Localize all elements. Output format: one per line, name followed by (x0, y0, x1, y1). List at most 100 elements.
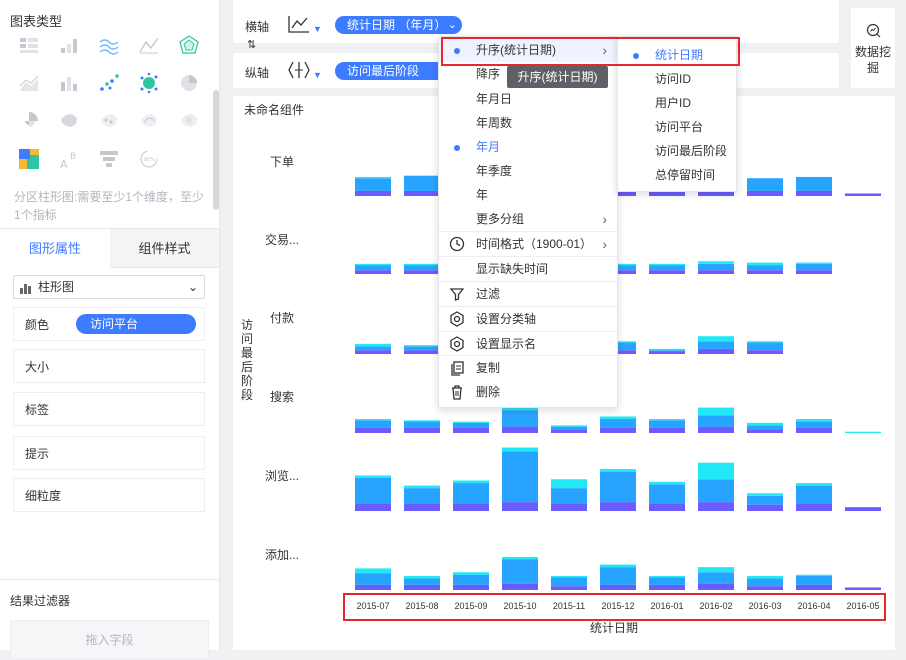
bar-segment[interactable] (551, 429, 587, 433)
bar-segment[interactable] (355, 427, 391, 433)
bar-segment[interactable] (404, 263, 440, 266)
bar-segment[interactable] (502, 451, 538, 503)
bar-segment[interactable] (404, 175, 440, 191)
bar-segment[interactable] (747, 350, 783, 354)
prop-color[interactable]: 颜色 访问平台 (13, 307, 205, 341)
menu-item[interactable]: 时间格式（1900-01） › (439, 232, 617, 256)
bar-segment[interactable] (502, 447, 538, 452)
menu-item[interactable]: 过滤 (439, 282, 617, 306)
menu-item[interactable]: 年月日 (439, 87, 617, 111)
rose-icon[interactable] (18, 110, 40, 132)
swap-axes-icon[interactable]: ⇅ (247, 38, 267, 56)
x-field-pill[interactable]: 统计日期 （年月） ⌄ (335, 16, 462, 34)
bar-segment[interactable] (747, 429, 783, 433)
bar-segment[interactable] (404, 488, 440, 504)
bar-segment[interactable] (600, 419, 636, 428)
menu-item[interactable]: 删除 (439, 380, 617, 404)
bar-segment[interactable] (551, 488, 587, 504)
bar-segment[interactable] (551, 586, 587, 590)
bar-segment[interactable] (355, 573, 391, 585)
panel-scrollbar[interactable] (213, 90, 219, 210)
menu-item[interactable]: 复制 (439, 356, 617, 380)
submenu-item[interactable]: 访问平台 (618, 115, 736, 139)
bar-segment[interactable] (747, 342, 783, 351)
pie-icon[interactable] (178, 72, 200, 94)
bar-segment[interactable] (600, 584, 636, 590)
bar-segment[interactable] (747, 190, 783, 196)
bar-segment[interactable] (649, 420, 685, 428)
bar-segment[interactable] (796, 190, 832, 196)
bar-segment[interactable] (649, 419, 685, 421)
bar-segment[interactable] (747, 578, 783, 587)
bar-segment[interactable] (747, 425, 783, 430)
bar-segment[interactable] (404, 485, 440, 489)
bar-segment[interactable] (355, 584, 391, 590)
bar-segment[interactable] (551, 426, 587, 430)
bar-segment[interactable] (698, 572, 734, 584)
bar-segment[interactable] (404, 270, 440, 274)
bar-segment[interactable] (747, 178, 783, 191)
bar-segment[interactable] (698, 270, 734, 274)
bar-segment[interactable] (649, 577, 685, 585)
bar-segment[interactable] (355, 190, 391, 196)
bar-segment[interactable] (698, 348, 734, 354)
bar-segment[interactable] (649, 265, 685, 271)
bar-segment[interactable] (404, 190, 440, 196)
split-axis-icon[interactable] (287, 60, 311, 80)
bar-segment[interactable] (404, 265, 440, 271)
bar-segment[interactable] (355, 346, 391, 351)
bar-segment[interactable] (796, 270, 832, 274)
bar-segment[interactable] (796, 176, 832, 191)
bar-segment[interactable] (600, 567, 636, 585)
bar-segment[interactable] (796, 419, 832, 422)
prop-granularity[interactable]: 细粒度 (13, 478, 205, 512)
menu-item[interactable]: 年周数 (439, 111, 617, 135)
bar-segment[interactable] (747, 493, 783, 496)
bar-segment[interactable] (845, 193, 881, 196)
bar-segment[interactable] (404, 576, 440, 579)
submenu-item[interactable]: 总停留时间 (618, 163, 736, 187)
bar-segment[interactable] (502, 502, 538, 511)
menu-item[interactable]: 更多分组 › (439, 207, 617, 231)
bar-segment[interactable] (600, 471, 636, 503)
bar-segment[interactable] (355, 503, 391, 511)
bar-segment[interactable] (355, 419, 391, 421)
bar-segment[interactable] (845, 587, 881, 590)
bar-segment[interactable] (453, 483, 489, 504)
bar-segment[interactable] (355, 178, 391, 191)
bar-segment[interactable] (698, 462, 734, 480)
prop-tooltip[interactable]: 提示 (13, 436, 205, 470)
bar-segment[interactable] (796, 262, 832, 264)
line-chart-icon[interactable] (138, 34, 160, 56)
word-cloud-icon[interactable]: AB (58, 148, 80, 171)
bar-segment[interactable] (600, 469, 636, 472)
funnel-icon[interactable] (98, 148, 120, 170)
tab-shape-properties[interactable]: 图形属性 (0, 229, 110, 268)
bar-segment[interactable] (747, 495, 783, 505)
bar-segment[interactable] (551, 425, 587, 427)
bar-segment[interactable] (796, 584, 832, 590)
stacked-bar-icon[interactable] (58, 72, 80, 94)
chart-type-select[interactable]: 柱形图 ⌄ (13, 275, 205, 299)
bar-segment[interactable] (404, 427, 440, 433)
bar-segment[interactable] (747, 504, 783, 511)
prop-size[interactable]: 大小 (13, 349, 205, 383)
bar-segment[interactable] (453, 572, 489, 575)
grouped-table-icon[interactable] (18, 34, 40, 56)
flow-map-icon[interactable] (138, 110, 160, 132)
menu-item[interactable]: 年 (439, 183, 617, 207)
bar-segment[interactable] (698, 426, 734, 433)
bar-segment[interactable] (747, 422, 783, 426)
bar-segment[interactable] (747, 586, 783, 590)
bar-segment[interactable] (600, 427, 636, 433)
bar-chart-icon[interactable] (58, 34, 80, 56)
bar-segment[interactable] (600, 564, 636, 568)
bar-segment[interactable] (796, 421, 832, 428)
bar-segment[interactable] (747, 265, 783, 271)
radar-icon[interactable] (178, 34, 200, 56)
bar-segment[interactable] (796, 576, 832, 585)
bar-segment[interactable] (502, 583, 538, 590)
bar-segment[interactable] (355, 270, 391, 274)
menu-item[interactable]: 设置显示名 (439, 332, 617, 356)
bar-segment[interactable] (698, 263, 734, 271)
